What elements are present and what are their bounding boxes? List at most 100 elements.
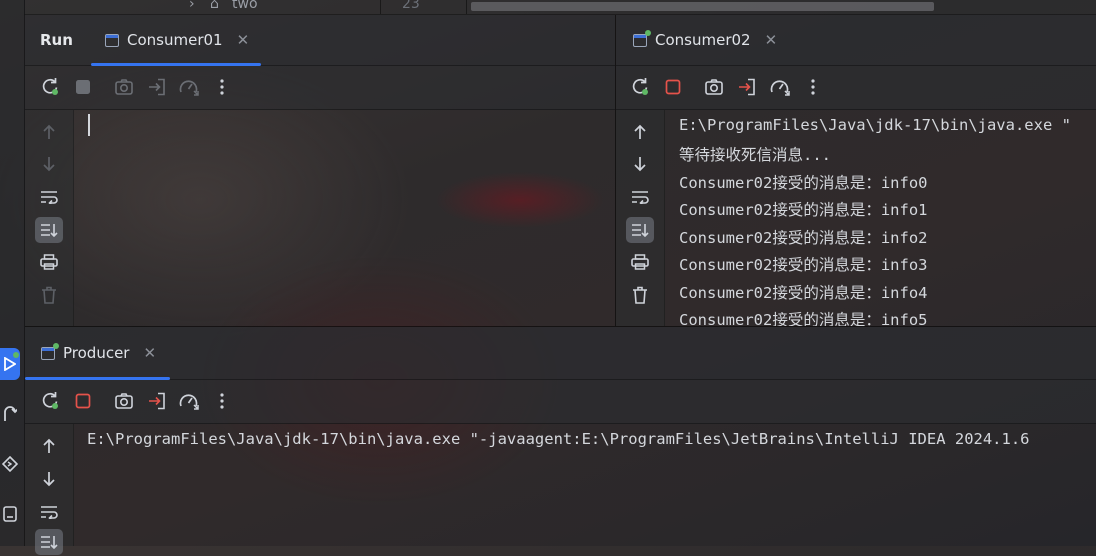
scroll-down-button[interactable] — [25, 150, 73, 178]
exit-icon — [149, 78, 165, 96]
exit-button[interactable] — [144, 388, 170, 414]
soft-wrap-icon — [41, 191, 58, 204]
scroll-up-button[interactable] — [616, 118, 664, 146]
close-icon[interactable]: ✕ — [237, 31, 250, 49]
run-config-icon — [633, 29, 651, 47]
rerun-icon — [42, 78, 58, 95]
text-caret — [88, 114, 90, 136]
profiler-button[interactable] — [176, 74, 202, 100]
stop-icon — [76, 80, 90, 94]
more-vertical-icon — [220, 393, 224, 409]
running-indicator — [645, 29, 651, 36]
stop-button[interactable] — [660, 74, 686, 100]
producer-gutter — [25, 424, 74, 555]
rerun-button[interactable] — [37, 388, 63, 414]
exit-icon — [739, 78, 755, 96]
more-vertical-icon — [220, 79, 224, 95]
console-line: Consumer02接受的消息是：info4 — [679, 284, 928, 302]
console-line: Consumer02接受的消息是：info0 — [679, 174, 928, 192]
run-config-icon — [41, 342, 59, 360]
gauge-icon — [179, 394, 199, 410]
camera-icon — [705, 79, 723, 95]
console-line: Consumer02接受的消息是：info3 — [679, 256, 928, 274]
more-button[interactable] — [209, 388, 235, 414]
console-line: Consumer02接受的消息是：info2 — [679, 229, 928, 247]
screenshot-button[interactable] — [111, 388, 137, 414]
scroll-down-button[interactable] — [616, 150, 664, 178]
clear-button[interactable] — [616, 281, 664, 309]
exit-button[interactable] — [734, 74, 760, 100]
producer-console[interactable]: E:\ProgramFiles\Java\jdk-17\bin\java.exe… — [74, 424, 1096, 546]
screenshot-button[interactable] — [111, 74, 137, 100]
consumer01-gutter — [25, 110, 74, 326]
console-line: 等待接收死信消息... — [679, 146, 831, 164]
close-icon[interactable]: ✕ — [143, 344, 156, 362]
services-tool-window-button[interactable] — [0, 398, 20, 430]
exit-button[interactable] — [144, 74, 170, 100]
rerun-icon — [42, 392, 58, 409]
console-line: E:\ProgramFiles\Java\jdk-17\bin\java.exe… — [87, 430, 1030, 448]
scroll-down-button[interactable] — [25, 465, 73, 493]
scroll-to-end-button[interactable] — [25, 216, 73, 244]
chevron-right-icon[interactable]: › — [189, 0, 195, 12]
gauge-icon — [179, 80, 199, 96]
stop-icon — [665, 79, 681, 95]
console-line: Consumer02接受的消息是：info5 — [679, 311, 928, 326]
soft-wrap-button[interactable] — [25, 498, 73, 526]
tool-window-bar — [0, 0, 25, 546]
soft-wrap-button[interactable] — [25, 183, 73, 211]
consumer02-toolbar — [616, 66, 1096, 110]
consumer02-gutter — [616, 110, 665, 326]
arrow-up-icon — [634, 124, 646, 139]
print-button[interactable] — [25, 248, 73, 276]
consumer02-console[interactable]: E:\ProgramFiles\Java\jdk-17\bin\java.exe… — [665, 110, 1096, 326]
more-button[interactable] — [800, 74, 826, 100]
screenshot-button[interactable] — [701, 74, 727, 100]
more-button[interactable] — [209, 74, 235, 100]
clear-button[interactable] — [25, 281, 73, 309]
arrow-down-icon — [634, 157, 646, 172]
scroll-to-end-button[interactable] — [616, 216, 664, 244]
trash-icon — [42, 286, 56, 304]
arrow-up-icon — [43, 124, 55, 139]
print-icon — [631, 254, 649, 270]
profiler-button[interactable] — [767, 74, 793, 100]
console-line: E:\ProgramFiles\Java\jdk-17\bin\java.exe… — [679, 116, 1071, 134]
scroll-up-button[interactable] — [25, 432, 73, 460]
editor-top-strip: › ⌂ two 23 — [24, 0, 1096, 15]
endpoints-tool-window-button[interactable] — [0, 448, 20, 480]
trash-icon — [633, 286, 647, 304]
scroll-to-end-icon — [41, 536, 58, 549]
soft-wrap-button[interactable] — [616, 183, 664, 211]
consumer01-toolbar — [25, 66, 615, 110]
rerun-button[interactable] — [37, 74, 63, 100]
close-icon[interactable]: ✕ — [765, 31, 778, 49]
scroll-to-end-icon — [41, 224, 58, 237]
scroll-up-button[interactable] — [25, 118, 73, 146]
scroll-to-end-button[interactable] — [25, 528, 73, 556]
tab-producer[interactable]: Producer ✕ — [41, 327, 156, 379]
console-line: Consumer02接受的消息是：info1 — [679, 201, 928, 219]
consumer01-console[interactable] — [74, 110, 615, 326]
endpoints-icon — [2, 456, 18, 472]
line-number: 23 — [402, 0, 420, 12]
tree-node-label[interactable]: two — [232, 0, 258, 12]
running-indicator — [53, 342, 59, 349]
profiler-button[interactable] — [176, 388, 202, 414]
stop-button[interactable] — [70, 74, 96, 100]
folder-icon: ⌂ — [210, 0, 219, 12]
tab-consumer01[interactable]: Consumer01 ✕ — [105, 15, 249, 65]
stop-button[interactable] — [70, 388, 96, 414]
producer-toolbar — [25, 380, 1096, 424]
run-tool-window-button[interactable] — [0, 348, 20, 380]
arrow-up-icon — [43, 438, 55, 453]
horizontal-scrollbar[interactable] — [471, 2, 934, 11]
run-icon — [4, 357, 16, 371]
scroll-to-end-icon — [632, 224, 649, 237]
rerun-button[interactable] — [627, 74, 653, 100]
camera-icon — [115, 79, 133, 95]
arrow-down-icon — [43, 472, 55, 487]
terminal-tool-window-button[interactable] — [0, 498, 20, 530]
tab-consumer02[interactable]: Consumer02 ✕ — [633, 15, 777, 65]
print-button[interactable] — [616, 248, 664, 276]
